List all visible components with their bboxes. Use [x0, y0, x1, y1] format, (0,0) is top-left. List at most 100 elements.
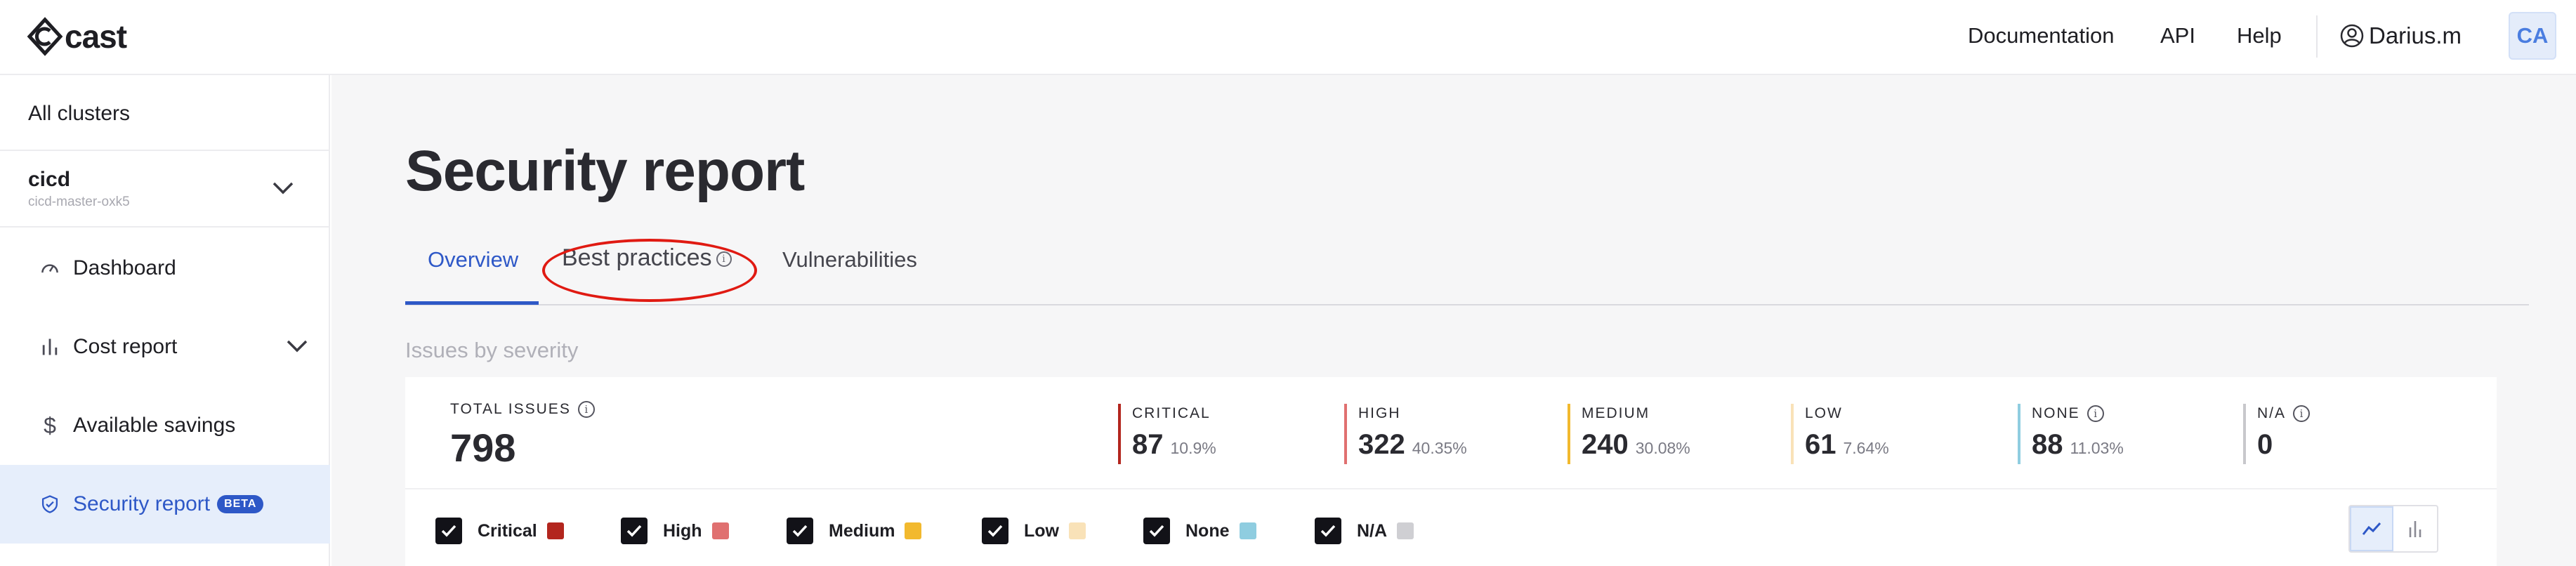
filter-label: Critical: [478, 520, 537, 541]
checkbox-checked-icon[interactable]: [1315, 518, 1341, 544]
tab-best-practices-label: Best practices: [562, 244, 712, 271]
line-chart-icon: [2362, 522, 2381, 535]
filter-low[interactable]: Low: [982, 517, 1086, 545]
color-swatch: [546, 522, 564, 539]
filter-critical[interactable]: Critical: [435, 517, 564, 545]
bar-chart-icon: [38, 335, 62, 359]
severity-color-bar: [1118, 404, 1121, 464]
user-name: Darius.m: [2369, 22, 2462, 48]
filter-label: High: [663, 520, 702, 541]
total-issues-label: TOTAL ISSUES i: [450, 401, 595, 418]
color-swatch: [1397, 522, 1414, 539]
nav-api-link[interactable]: API: [2160, 20, 2195, 52]
severity-label: NONE i: [2032, 405, 2124, 422]
sidebar-item-available-savings[interactable]: $ Available savings: [0, 386, 330, 465]
severity-label: LOW: [1805, 405, 1843, 421]
severity-none: NONE i 88 11.03%: [2018, 404, 2124, 464]
beta-badge: BETA: [217, 495, 264, 513]
total-issues-label-text: TOTAL ISSUES: [450, 401, 571, 417]
severity-count: 88: [2032, 429, 2063, 460]
info-icon[interactable]: i: [577, 401, 595, 418]
color-swatch: [1069, 522, 1086, 539]
info-icon[interactable]: i: [2293, 405, 2311, 422]
bar-chart-view-button[interactable]: [2393, 506, 2437, 551]
filter-label: N/A: [1357, 520, 1388, 541]
user-icon: [2340, 24, 2364, 48]
active-tab-indicator: [405, 301, 539, 305]
cast-logo-icon: [27, 17, 63, 56]
info-icon[interactable]: i: [2087, 405, 2104, 422]
severity-label: MEDIUM: [1582, 405, 1650, 421]
chart-view-toggle: [2348, 505, 2438, 553]
severity-na: N/A i 0: [2243, 404, 2311, 464]
sidebar: All clusters cicd cicd-master-oxk5 Dashb…: [0, 75, 330, 566]
filter-na[interactable]: N/A: [1315, 517, 1414, 545]
sidebar-item-label: Cost report: [73, 335, 178, 358]
filter-high[interactable]: High: [621, 517, 729, 545]
severity-count: 240: [1582, 429, 1629, 460]
severity-critical: CRITICAL 87 10.9%: [1118, 404, 1216, 464]
severity-percent: 10.9%: [1170, 439, 1216, 457]
severity-percent: 11.03%: [2070, 439, 2124, 457]
filter-label: Low: [1024, 520, 1059, 541]
severity-color-bar: [2243, 404, 2246, 464]
severity-count: 0: [2257, 429, 2273, 460]
sidebar-item-label: Security report: [73, 492, 211, 515]
cluster-name[interactable]: cicd: [28, 168, 70, 192]
sidebar-divider: [0, 226, 330, 228]
severity-percent: 30.08%: [1635, 439, 1690, 457]
sidebar-item-label: Available savings: [73, 414, 236, 437]
line-chart-view-button[interactable]: [2350, 506, 2393, 551]
logo-text: cast: [65, 18, 127, 55]
gauge-icon: [38, 256, 62, 280]
section-title: Issues by severity: [405, 338, 579, 362]
checkbox-checked-icon[interactable]: [982, 518, 1008, 544]
severity-count: 87: [1132, 429, 1164, 460]
shield-icon: [38, 492, 62, 516]
filter-none[interactable]: None: [1143, 517, 1256, 545]
tab-vulnerabilities[interactable]: Vulnerabilities: [782, 247, 917, 272]
checkbox-checked-icon[interactable]: [435, 518, 462, 544]
cluster-chevron-down-icon[interactable]: [270, 179, 296, 197]
nav-divider: [2316, 15, 2318, 58]
cost-report-chevron-down-icon[interactable]: [284, 337, 310, 355]
severity-low: LOW 61 7.64%: [1791, 404, 1889, 464]
tab-best-practices[interactable]: Best practices i: [562, 244, 732, 272]
severity-high: HIGH 322 40.35%: [1344, 404, 1467, 464]
sidebar-divider: [0, 150, 330, 151]
tab-bar: Overview Best practices i Vulnerabilities: [405, 233, 2529, 305]
tab-overview[interactable]: Overview: [428, 247, 518, 272]
checkbox-checked-icon[interactable]: [787, 518, 813, 544]
filter-label: None: [1185, 520, 1230, 541]
nav-documentation-link[interactable]: Documentation: [1968, 20, 2115, 52]
severity-color-bar: [1344, 404, 1347, 464]
severity-count: 61: [1805, 429, 1836, 460]
filter-label: Medium: [829, 520, 895, 541]
nav-help-link[interactable]: Help: [2237, 20, 2282, 52]
top-bar: cast Documentation API Help Darius.m CA: [0, 0, 2576, 75]
color-swatch: [1239, 522, 1256, 539]
color-swatch: [711, 522, 729, 539]
severity-medium: MEDIUM 240 30.08%: [1568, 404, 1690, 464]
sidebar-all-clusters[interactable]: All clusters: [28, 102, 130, 126]
checkbox-checked-icon[interactable]: [621, 518, 648, 544]
info-icon[interactable]: i: [716, 251, 732, 268]
cluster-id: cicd-master-oxk5: [28, 195, 130, 209]
total-issues-value: 798: [450, 426, 516, 470]
dollar-icon: $: [44, 412, 56, 438]
severity-label: HIGH: [1358, 405, 1401, 421]
sidebar-item-security-report[interactable]: Security report BETA: [0, 465, 330, 544]
severity-label-text: NONE: [2032, 405, 2080, 421]
avatar[interactable]: CA: [2509, 12, 2556, 60]
card-divider: [405, 488, 2497, 489]
severity-percent: 40.35%: [1412, 439, 1467, 457]
filter-medium[interactable]: Medium: [787, 517, 922, 545]
checkbox-checked-icon[interactable]: [1143, 518, 1170, 544]
cast-logo[interactable]: cast: [27, 17, 127, 56]
severity-color-bar: [1568, 404, 1570, 464]
user-menu[interactable]: Darius.m: [2339, 18, 2462, 53]
page-title: Security report: [405, 139, 805, 203]
severity-percent: 7.64%: [1843, 439, 1889, 457]
sidebar-item-dashboard[interactable]: Dashboard: [0, 229, 330, 308]
sidebar-item-cost-report[interactable]: Cost report: [0, 308, 330, 386]
